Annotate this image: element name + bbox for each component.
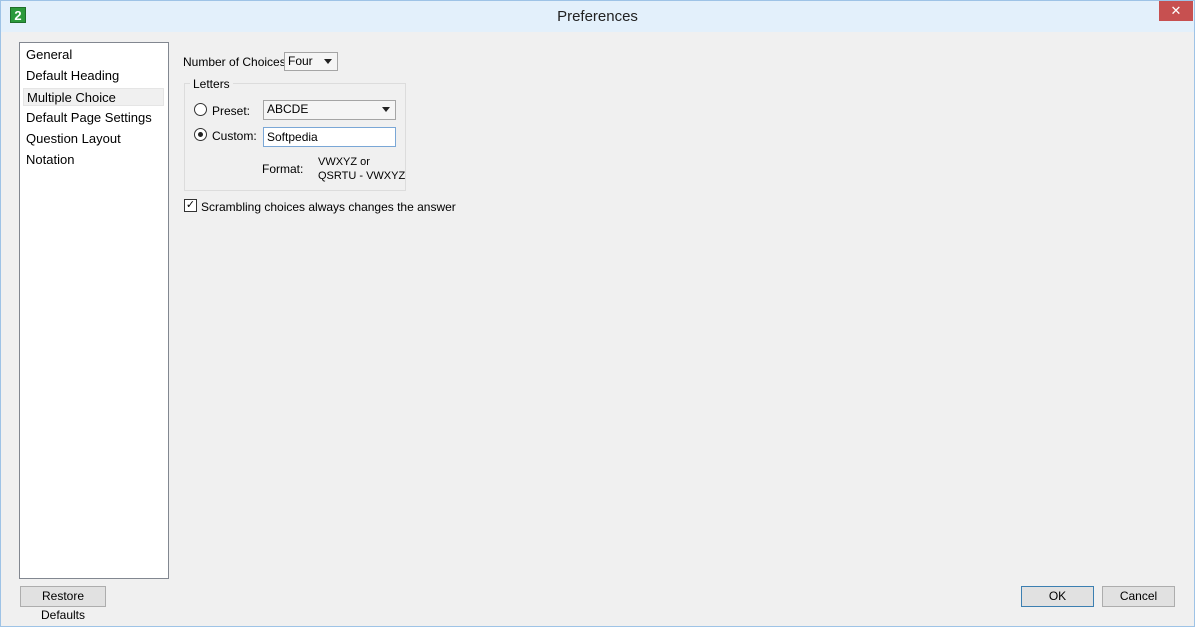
sidebar-item-general[interactable]: General: [23, 46, 164, 64]
sidebar-item-question-layout[interactable]: Question Layout: [23, 130, 164, 148]
scramble-label: Scrambling choices always changes the an…: [201, 200, 456, 214]
custom-label: Custom:: [212, 129, 257, 143]
preset-value: ABCDE: [267, 102, 309, 116]
custom-letters-input[interactable]: Softpedia: [263, 127, 396, 147]
sidebar-item-default-page-settings[interactable]: Default Page Settings: [23, 109, 164, 127]
window-title: Preferences: [557, 8, 638, 25]
ok-button[interactable]: OK: [1021, 586, 1094, 607]
preferences-window: 2 Preferences ✕: [0, 0, 1195, 627]
number-of-choices-value: Four: [288, 54, 313, 68]
scramble-checkbox[interactable]: ✓: [184, 199, 197, 212]
preset-label: Preset:: [212, 104, 251, 118]
chevron-down-icon: [382, 107, 390, 112]
format-example-2: QSRTU - VWXYZ: [318, 170, 406, 182]
sidebar-item-multiple-choice[interactable]: Multiple Choice: [23, 88, 164, 106]
title-bar[interactable]: 2 Preferences ✕: [1, 1, 1194, 32]
preset-select[interactable]: ABCDE: [263, 100, 396, 120]
number-of-choices-label: Number of Choices:: [183, 55, 290, 69]
preferences-category-list[interactable]: General Default Heading Multiple Choice …: [19, 42, 169, 579]
preset-radio[interactable]: [194, 103, 207, 116]
cancel-button[interactable]: Cancel: [1102, 586, 1175, 607]
number-of-choices-select[interactable]: Four: [284, 52, 338, 71]
custom-radio[interactable]: [194, 128, 207, 141]
restore-defaults-button[interactable]: Restore Defaults: [20, 586, 106, 622]
chevron-down-icon: [324, 59, 332, 64]
format-example-1: VWXYZ or: [318, 156, 370, 168]
sidebar-item-notation[interactable]: Notation: [23, 151, 164, 169]
letters-group-title: Letters: [190, 77, 233, 91]
sidebar-item-default-heading[interactable]: Default Heading: [23, 67, 164, 85]
format-label: Format:: [262, 162, 304, 176]
close-button[interactable]: ✕: [1159, 1, 1193, 21]
